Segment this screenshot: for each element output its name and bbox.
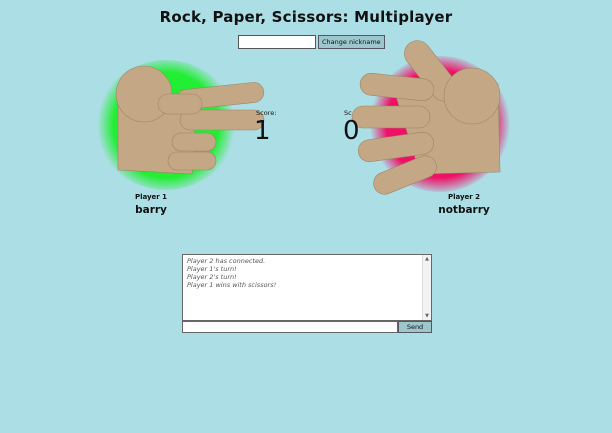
scroll-up-icon[interactable]: ▲	[423, 255, 431, 263]
player1-hand-area	[96, 58, 276, 190]
paper-hand-icon	[351, 40, 501, 195]
chat-line: Player 2's turn!	[187, 273, 237, 281]
player1-score-value: 1	[254, 116, 271, 146]
send-button[interactable]: Send	[398, 321, 432, 333]
player1-label: Player 1	[134, 193, 168, 201]
scissors-hand-icon	[115, 65, 265, 175]
chat-lines: Player 2 has connected. Player 1's turn!…	[183, 255, 431, 291]
chat-scrollbar[interactable]: ▲ ▼	[422, 255, 431, 320]
player2-label: Player 2	[447, 193, 481, 201]
player2-hand-area	[340, 36, 520, 196]
player1-name: barry	[135, 204, 167, 216]
page-title: Rock, Paper, Scissors: Multiplayer	[159, 8, 453, 26]
chat-input[interactable]	[182, 321, 398, 333]
player2-name: notbarry	[438, 204, 490, 216]
chat-line: Player 1's turn!	[187, 265, 237, 273]
chat-line: Player 2 has connected.	[187, 257, 266, 265]
scroll-down-icon[interactable]: ▼	[423, 312, 431, 320]
chat-log[interactable]: Player 2 has connected. Player 1's turn!…	[182, 254, 432, 321]
chat-line: Player 1 wins with scissors!	[187, 281, 277, 289]
nickname-input[interactable]	[238, 35, 316, 49]
player2-score-value: 0	[343, 116, 360, 146]
